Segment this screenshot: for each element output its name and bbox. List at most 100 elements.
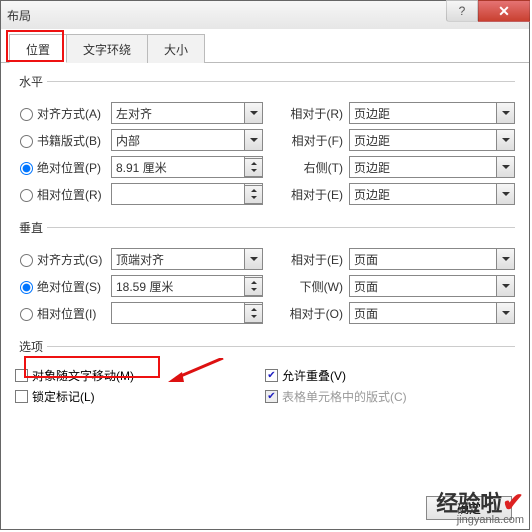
group-horizontal: 水平 对齐方式(A) 左对齐 相对于(R) 页边距 [15, 73, 515, 213]
spinner-h-relp[interactable] [244, 184, 262, 204]
row-v-align: 对齐方式(G) 顶端对齐 相对于(E) 页面 [15, 247, 515, 271]
radio-h-book-label: 书籍版式(B) [37, 132, 101, 149]
chevron-down-icon[interactable] [244, 103, 262, 123]
row-h-relp: 相对位置(R) 相对于(E) 页边距 [15, 182, 515, 206]
combo-h-abs-rel-value: 页边距 [354, 159, 390, 176]
spinner-v-relp[interactable] [244, 303, 262, 323]
label-h-book-rel: 相对于(F) [271, 132, 343, 149]
radio-h-align-input[interactable] [20, 108, 33, 121]
radio-h-relp[interactable]: 相对位置(R) [15, 186, 111, 203]
row-move-with-text: 对象随文字移动(M) [15, 367, 265, 384]
checkbox-move-with-text[interactable] [15, 369, 28, 382]
legend-options: 选项 [15, 338, 47, 355]
radio-v-relp[interactable]: 相对位置(I) [15, 305, 111, 322]
combo-h-book-rel[interactable]: 页边距 [349, 129, 515, 151]
row-h-abs: 绝对位置(P) 8.91 厘米 右侧(T) 页边距 [15, 155, 515, 179]
spin-up-icon[interactable] [245, 305, 262, 313]
chevron-down-icon[interactable] [496, 103, 514, 123]
radio-h-book[interactable]: 书籍版式(B) [15, 132, 111, 149]
row-table-layout: 表格单元格中的版式(C) [265, 388, 515, 405]
radio-h-relp-input[interactable] [20, 189, 33, 202]
label-v-align-rel: 相对于(E) [271, 251, 343, 268]
group-vertical: 垂直 对齐方式(G) 顶端对齐 相对于(E) 页面 [15, 219, 515, 332]
label-lock-anchor: 锁定标记(L) [32, 388, 95, 405]
spin-up-icon[interactable] [245, 186, 262, 194]
label-v-relp-rel: 相对于(O) [271, 305, 343, 322]
radio-h-abs-label: 绝对位置(P) [37, 159, 101, 176]
radio-v-relp-label: 相对位置(I) [37, 305, 96, 322]
spinner-h-abs[interactable] [244, 157, 262, 177]
combo-h-book[interactable]: 内部 [111, 129, 263, 151]
radio-v-align-input[interactable] [20, 254, 33, 267]
chevron-down-icon[interactable] [496, 157, 514, 177]
spin-up-icon[interactable] [245, 159, 262, 167]
chevron-down-icon[interactable] [244, 249, 262, 269]
help-button[interactable]: ? [446, 0, 478, 22]
combo-h-abs-rel[interactable]: 页边距 [349, 156, 515, 178]
combo-h-align-rel-value: 页边距 [354, 105, 390, 122]
combo-h-book-value: 内部 [116, 132, 140, 149]
numbox-h-relp[interactable] [111, 183, 263, 205]
radio-h-align[interactable]: 对齐方式(A) [15, 105, 111, 122]
group-options: 选项 对象随文字移动(M) 锁定标记(L) 允许重叠(V) [15, 338, 515, 413]
numbox-h-abs[interactable]: 8.91 厘米 [111, 156, 263, 178]
tab-textwrap[interactable]: 文字环绕 [66, 34, 148, 63]
chevron-down-icon[interactable] [496, 249, 514, 269]
close-button[interactable]: ✕ [478, 0, 530, 22]
spinner-v-abs[interactable] [244, 276, 262, 296]
label-table-layout: 表格单元格中的版式(C) [282, 388, 407, 405]
radio-v-abs[interactable]: 绝对位置(S) [15, 278, 111, 295]
combo-h-book-rel-value: 页边距 [354, 132, 390, 149]
ok-button-label: 确定 [457, 500, 481, 517]
combo-v-align[interactable]: 顶端对齐 [111, 248, 263, 270]
chevron-down-icon[interactable] [244, 130, 262, 150]
row-lock-anchor: 锁定标记(L) [15, 388, 265, 405]
legend-horizontal: 水平 [15, 73, 47, 90]
row-allow-overlap: 允许重叠(V) [265, 367, 515, 384]
checkbox-lock-anchor[interactable] [15, 390, 28, 403]
spin-down-icon[interactable] [245, 313, 262, 321]
combo-h-align[interactable]: 左对齐 [111, 102, 263, 124]
radio-v-relp-input[interactable] [20, 308, 33, 321]
combo-v-align-rel-value: 页面 [354, 251, 378, 268]
combo-h-align-rel[interactable]: 页边距 [349, 102, 515, 124]
numbox-v-abs[interactable]: 18.59 厘米 [111, 275, 263, 297]
tab-size[interactable]: 大小 [147, 34, 205, 63]
tab-position[interactable]: 位置 [9, 34, 67, 63]
combo-v-align-value: 顶端对齐 [116, 251, 164, 268]
legend-vertical: 垂直 [15, 219, 47, 236]
radio-h-book-input[interactable] [20, 135, 33, 148]
chevron-down-icon[interactable] [496, 276, 514, 296]
spin-down-icon[interactable] [245, 286, 262, 294]
label-move-with-text: 对象随文字移动(M) [32, 367, 134, 384]
numbox-v-relp[interactable] [111, 302, 263, 324]
label-h-align-rel: 相对于(R) [271, 105, 343, 122]
radio-v-align[interactable]: 对齐方式(G) [15, 251, 111, 268]
combo-v-relp-rel[interactable]: 页面 [349, 302, 515, 324]
tabs: 位置 文字环绕 大小 [1, 29, 529, 63]
checkbox-allow-overlap[interactable] [265, 369, 278, 382]
spin-down-icon[interactable] [245, 167, 262, 175]
combo-v-align-rel[interactable]: 页面 [349, 248, 515, 270]
chevron-down-icon[interactable] [496, 184, 514, 204]
radio-v-align-label: 对齐方式(G) [37, 251, 102, 268]
chevron-down-icon[interactable] [496, 130, 514, 150]
combo-v-abs-rel[interactable]: 页面 [349, 275, 515, 297]
titlebar: 布局 ? ✕ [1, 1, 529, 29]
radio-v-abs-input[interactable] [20, 281, 33, 294]
numbox-h-abs-value: 8.91 厘米 [116, 159, 167, 176]
row-h-book: 书籍版式(B) 内部 相对于(F) 页边距 [15, 128, 515, 152]
chevron-down-icon[interactable] [496, 303, 514, 323]
spin-up-icon[interactable] [245, 278, 262, 286]
radio-v-abs-label: 绝对位置(S) [37, 278, 101, 295]
radio-h-abs[interactable]: 绝对位置(P) [15, 159, 111, 176]
radio-h-relp-label: 相对位置(R) [37, 186, 102, 203]
combo-v-abs-rel-value: 页面 [354, 278, 378, 295]
radio-h-abs-input[interactable] [20, 162, 33, 175]
combo-h-relp-rel-value: 页边距 [354, 186, 390, 203]
ok-button[interactable]: 确定 [426, 496, 512, 520]
content: 水平 对齐方式(A) 左对齐 相对于(R) 页边距 [1, 63, 529, 429]
combo-h-relp-rel[interactable]: 页边距 [349, 183, 515, 205]
row-v-abs: 绝对位置(S) 18.59 厘米 下侧(W) 页面 [15, 274, 515, 298]
spin-down-icon[interactable] [245, 194, 262, 202]
